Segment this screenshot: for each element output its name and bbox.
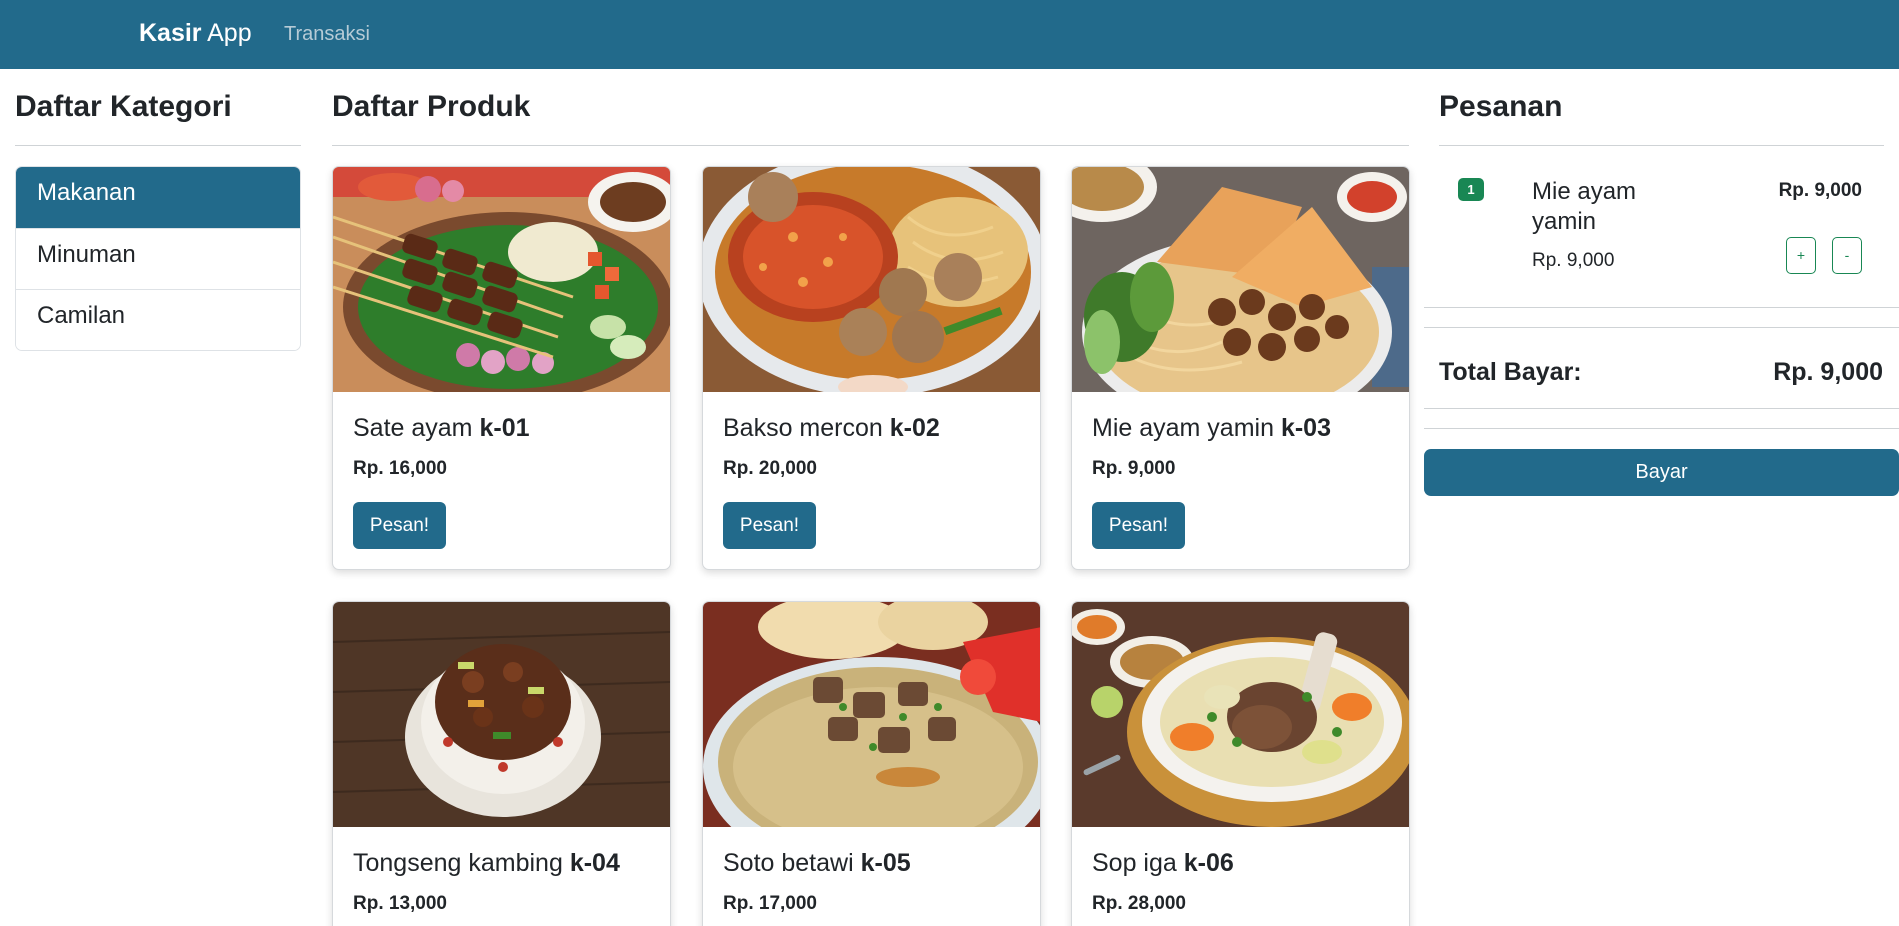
product-name: Bakso mercon (723, 414, 883, 442)
product-image-tongseng-kambing (333, 602, 670, 827)
brand-bold: Kasir (139, 19, 202, 47)
product-code: k-04 (569, 849, 620, 877)
product-name: Soto betawi (723, 849, 854, 877)
increase-qty-button[interactable]: + (1786, 237, 1816, 274)
product-title: Soto betawi k-05 (723, 849, 911, 878)
order-item-subtotal: Rp. 9,000 (1778, 180, 1862, 201)
product-title: Bakso mercon k-02 (723, 414, 940, 443)
product-card: Bakso mercon k-02 Rp. 20,000 Pesan! (702, 166, 1041, 570)
product-price: Rp. 28,000 (1092, 893, 1186, 914)
product-image-bakso-mercon (703, 167, 1040, 392)
product-image-sop-iga (1072, 602, 1409, 827)
product-name: Tongseng kambing (353, 849, 563, 877)
product-price: Rp. 17,000 (723, 893, 817, 914)
pay-button[interactable]: Bayar (1424, 449, 1899, 496)
product-card: Sate ayam k-01 Rp. 16,000 Pesan! (332, 166, 671, 570)
order-item-divider (1424, 307, 1899, 308)
product-title: Mie ayam yamin k-03 (1092, 414, 1331, 443)
order-button[interactable]: Pesan! (723, 502, 816, 549)
order-item-name: Mie ayam yamin (1532, 178, 1637, 235)
order-qty-badge: 1 (1458, 178, 1484, 201)
product-title: Sate ayam k-01 (353, 414, 530, 443)
product-code: k-05 (860, 849, 911, 877)
product-price: Rp. 20,000 (723, 458, 817, 479)
product-image-sate-ayam (333, 167, 670, 392)
product-image-mie-ayam-yamin (1072, 167, 1409, 392)
product-price: Rp. 9,000 (1092, 458, 1176, 479)
product-price: Rp. 16,000 (353, 458, 447, 479)
product-name: Sop iga (1092, 849, 1177, 877)
total-value: Rp. 9,000 (1773, 358, 1883, 386)
brand[interactable]: Kasir App (139, 19, 252, 48)
total-label: Total Bayar: (1439, 358, 1582, 386)
order-title: Pesanan (1439, 90, 1563, 123)
product-card: Soto betawi k-05 Rp. 17,000 (702, 601, 1041, 926)
total-divider-top (1424, 327, 1899, 328)
product-name: Sate ayam (353, 414, 473, 442)
categories-title: Daftar Kategori (15, 90, 232, 123)
product-title: Tongseng kambing k-04 (353, 849, 620, 878)
product-name: Mie ayam yamin (1092, 414, 1274, 442)
total-divider-bottom (1424, 408, 1899, 409)
product-price: Rp. 13,000 (353, 893, 447, 914)
product-card: Sop iga k-06 Rp. 28,000 (1071, 601, 1410, 926)
order-button[interactable]: Pesan! (1092, 502, 1185, 549)
product-image-soto-betawi (703, 602, 1040, 827)
order-item-unit-price: Rp. 9,000 (1532, 250, 1615, 271)
category-item-camilan[interactable]: Camilan (16, 289, 300, 350)
category-item-minuman[interactable]: Minuman (16, 228, 300, 289)
product-title: Sop iga k-06 (1092, 849, 1234, 878)
products-divider (332, 145, 1409, 146)
brand-rest: App (201, 19, 252, 47)
order-divider (1439, 145, 1884, 146)
product-card: Tongseng kambing k-04 Rp. 13,000 (332, 601, 671, 926)
product-code: k-01 (479, 414, 530, 442)
category-item-makanan[interactable]: Makanan (16, 167, 300, 228)
product-code: k-06 (1183, 849, 1234, 877)
navbar: Kasir App Transaksi (0, 0, 1899, 69)
nav-link-transaksi[interactable]: Transaksi (284, 23, 370, 46)
product-code: k-03 (1280, 414, 1331, 442)
order-button[interactable]: Pesan! (353, 502, 446, 549)
decrease-qty-button[interactable]: - (1832, 237, 1862, 274)
products-title: Daftar Produk (332, 90, 531, 123)
product-code: k-02 (889, 414, 940, 442)
category-list: Makanan Minuman Camilan (15, 166, 301, 351)
pay-divider (1424, 428, 1899, 429)
categories-divider (15, 145, 301, 146)
product-card: Mie ayam yamin k-03 Rp. 9,000 Pesan! (1071, 166, 1410, 570)
